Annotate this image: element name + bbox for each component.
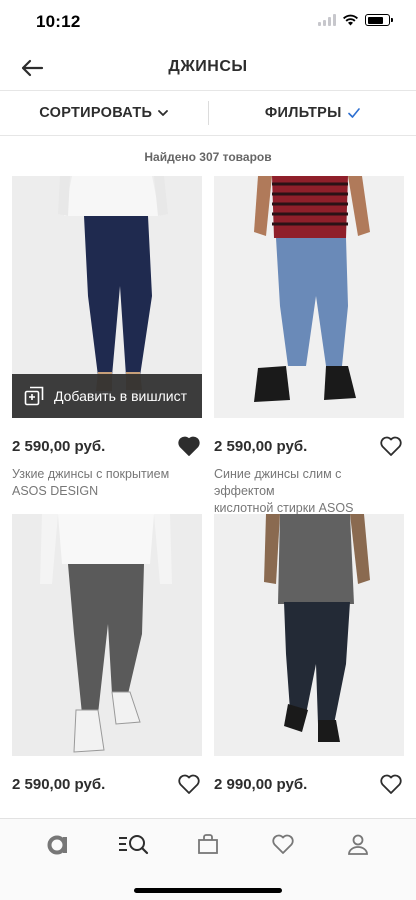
heart-icon: [272, 834, 294, 854]
asos-logo-icon: [47, 835, 67, 855]
status-bar: 10:12: [0, 0, 416, 44]
product-image[interactable]: Добавить в вишлист: [12, 176, 202, 418]
header: ДЖИНСЫ: [0, 44, 416, 90]
sort-label: СОРТИРОВАТЬ: [39, 105, 153, 121]
product-grid: Добавить в вишлист 2 590,00 руб. Узкие д…: [0, 176, 416, 804]
product-photo-jeans: [12, 514, 202, 756]
sort-button[interactable]: СОРТИРОВАТЬ: [0, 91, 208, 135]
product-description[interactable]: Синие джинсы слим с эффектом кислотной с…: [214, 466, 404, 532]
chevron-down-icon: [158, 109, 169, 116]
search-browse-icon: [118, 835, 148, 855]
page-title: ДЖИНСЫ: [168, 58, 248, 75]
favorite-button[interactable]: [378, 771, 404, 797]
price-row: 2 590,00 руб.: [214, 426, 404, 466]
favorite-button[interactable]: [378, 433, 404, 459]
price-row: 2 590,00 руб.: [12, 764, 202, 804]
results-count: Найдено 307 товаров: [144, 150, 272, 164]
filter-label: ФИЛЬТРЫ: [264, 105, 342, 121]
favorite-button[interactable]: [176, 433, 202, 459]
battery-icon: [365, 14, 393, 26]
product-price: 2 590,00 руб.: [12, 775, 106, 793]
favorite-button[interactable]: [176, 771, 202, 797]
nav-saved[interactable]: [263, 829, 303, 859]
bag-icon: [198, 834, 218, 854]
sort-filter-bar: СОРТИРОВАТЬ ФИЛЬТРЫ: [0, 90, 416, 136]
nav-search[interactable]: [113, 829, 153, 859]
status-time: 10:12: [36, 12, 81, 31]
account-icon: [348, 834, 369, 855]
product-price: 2 990,00 руб.: [214, 775, 308, 793]
product-card[interactable]: 2 590,00 руб. Синие джинсы слим с эффект…: [214, 176, 404, 532]
product-card[interactable]: 2 590,00 руб.: [12, 514, 202, 804]
heart-filled-icon: [178, 436, 200, 456]
heart-outline-icon: [380, 436, 402, 456]
wifi-icon: [343, 14, 358, 26]
nav-account[interactable]: [338, 829, 378, 859]
product-brand-line: ASOS DESIGN: [12, 484, 99, 498]
add-to-wishlist-icon: [24, 386, 44, 406]
heart-outline-icon: [380, 774, 402, 794]
product-image[interactable]: [214, 514, 404, 756]
product-photo-jeans: [214, 514, 404, 756]
bottom-nav: [0, 818, 416, 900]
status-icons: [318, 14, 393, 26]
product-card[interactable]: Добавить в вишлист 2 590,00 руб. Узкие д…: [12, 176, 202, 514]
nav-home[interactable]: [38, 829, 78, 859]
cellular-signal-icon: [318, 14, 336, 26]
product-image[interactable]: [12, 514, 202, 756]
home-indicator: [134, 888, 282, 893]
product-photo-jeans: [214, 176, 404, 418]
product-description-line: Узкие джинсы с покрытием: [12, 467, 170, 481]
checkmark-icon: [347, 108, 360, 118]
nav-bag[interactable]: [188, 829, 228, 859]
add-to-wishlist-button[interactable]: Добавить в вишлист: [12, 374, 202, 418]
arrow-left-icon: [21, 59, 44, 77]
price-row: 2 590,00 руб.: [12, 426, 202, 466]
product-description-line: Синие джинсы слим с эффектом: [214, 467, 342, 498]
back-button[interactable]: [18, 54, 46, 82]
product-price: 2 590,00 руб.: [12, 437, 106, 455]
product-price: 2 590,00 руб.: [214, 437, 308, 455]
price-row: 2 990,00 руб.: [214, 764, 404, 804]
add-to-wishlist-label: Добавить в вишлист: [54, 388, 187, 404]
product-image[interactable]: [214, 176, 404, 418]
filter-button[interactable]: ФИЛЬТРЫ: [209, 91, 416, 135]
product-description[interactable]: Узкие джинсы с покрытием ASOS DESIGN: [12, 466, 202, 514]
product-card[interactable]: 2 990,00 руб.: [214, 514, 404, 804]
heart-outline-icon: [178, 774, 200, 794]
